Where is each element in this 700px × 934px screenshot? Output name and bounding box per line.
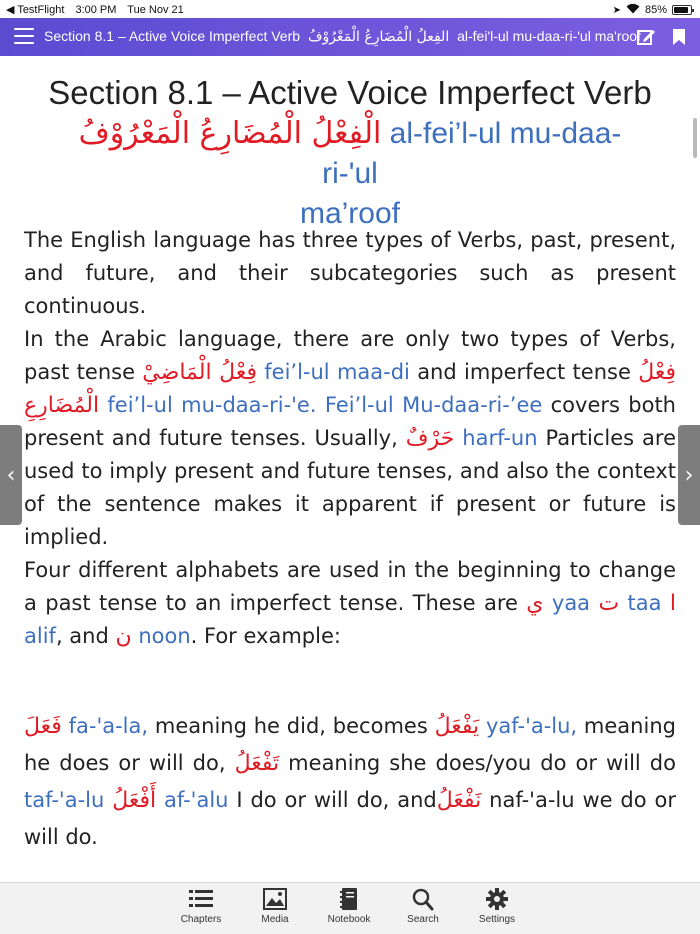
- translit-term: fei’l-ul maa-di: [256, 360, 410, 384]
- tab-label: Search: [407, 914, 439, 925]
- battery-percent: 85%: [644, 4, 667, 16]
- translit-term: yaa: [551, 591, 599, 615]
- nav-title-translit: al-fei'l-ul mu-daa-ri-'ul ma'roof: [457, 28, 641, 44]
- arabic-letter: ا: [669, 591, 676, 616]
- nav-bar: Section 8.1 – Active Voice Imperfect Ver…: [0, 18, 700, 56]
- para-text: I do or will do, and: [228, 788, 437, 812]
- arabic-term: أَفْعَلُ: [112, 788, 157, 813]
- translit-term: fa-'a-la,: [61, 714, 149, 738]
- arabic-letter: ن: [115, 624, 132, 649]
- translit-term: taa: [619, 591, 670, 615]
- tab-label: Media: [261, 914, 289, 925]
- edit-note-icon[interactable]: [636, 27, 656, 47]
- previous-page-arrow[interactable]: ‹: [0, 425, 22, 525]
- paragraph-examples: فَعَلَ fa-'a-la, meaning he did, becomes…: [24, 708, 676, 856]
- translit-term: noon: [131, 624, 191, 648]
- chevron-right-icon: ›: [684, 462, 694, 488]
- tab-chapters[interactable]: Chapters: [166, 887, 236, 925]
- notebook-icon: [340, 888, 357, 910]
- arabic-term: يَفْعَلُ: [434, 714, 480, 739]
- tab-search[interactable]: Search: [388, 887, 458, 925]
- wifi-icon: [626, 3, 640, 17]
- arabic-term: حَرْفٌ: [405, 426, 455, 451]
- translit-term: taf-'a-lu: [24, 788, 113, 812]
- bookmark-icon[interactable]: [672, 28, 688, 46]
- tab-label: Chapters: [180, 914, 222, 925]
- nav-title: Section 8.1 – Active Voice Imperfect Ver…: [44, 28, 641, 45]
- arabic-term: فِعْلُ الْمَاضِيْ: [142, 360, 257, 385]
- chevron-left-icon: ‹: [6, 462, 16, 488]
- arabic-term: نَفْعَلُ: [436, 788, 482, 813]
- section-subtitle: الْفِعْلُ الْمُضَارِعُ الْمَعْرُوْفُ al-…: [70, 114, 630, 234]
- status-bar: ◀ TestFlight 3:00 PM Tue Nov 21 ➤ 85%: [0, 0, 700, 18]
- translit-term: fei’l-ul mu-daa-ri-'e. Fei’l-ul Mu-daa-r…: [99, 393, 543, 417]
- status-time: 3:00 PM: [75, 4, 117, 16]
- para-text: meaning she does/you do or will do: [279, 751, 676, 775]
- translit-term: af-'alu: [156, 788, 229, 812]
- search-icon: [412, 888, 434, 911]
- tab-settings[interactable]: Settings: [462, 887, 532, 925]
- subtitle-arabic: الْفِعْلُ الْمُضَارِعُ الْمَعْرُوْفُ: [78, 116, 382, 151]
- gear-icon: [486, 888, 508, 910]
- para-text: meaning he did, becomes: [148, 714, 435, 738]
- nav-title-english: Section 8.1 – Active Voice Imperfect Ver…: [44, 28, 301, 44]
- section-title: Section 8.1 – Active Voice Imperfect Ver…: [48, 74, 652, 111]
- arabic-term: فَعَلَ: [24, 714, 62, 739]
- arabic-letter: ي: [526, 591, 544, 616]
- next-page-arrow[interactable]: ›: [678, 425, 700, 525]
- nav-title-arabic: الفِعلُ الْمُضَارِعُ الْمَعْرُوْفُ: [307, 29, 450, 45]
- para-text: The English language has three types of …: [24, 228, 676, 318]
- tab-label: Notebook: [327, 914, 371, 925]
- paragraph-verbs: The English language has three types of …: [24, 224, 676, 653]
- scroll-indicator[interactable]: [693, 118, 697, 158]
- translit-term: alif: [24, 624, 56, 648]
- translit-term: harf-un: [462, 426, 538, 450]
- image-icon: [263, 888, 287, 910]
- tab-bar: Chapters Media Notebook Search Settings: [0, 882, 700, 934]
- para-text: . For example:: [190, 624, 341, 648]
- tab-media[interactable]: Media: [240, 887, 310, 925]
- arabic-term: تَفْعَلُ: [234, 751, 280, 776]
- location-icon: ➤: [612, 4, 621, 16]
- para-text: and imperfect tense: [409, 360, 639, 384]
- para-text: , and: [55, 624, 116, 648]
- tab-notebook[interactable]: Notebook: [314, 887, 384, 925]
- battery-icon: [672, 5, 694, 15]
- back-to-testflight[interactable]: ◀ TestFlight: [6, 4, 64, 16]
- tab-label: Settings: [478, 914, 516, 925]
- list-icon: [189, 890, 213, 907]
- menu-icon[interactable]: [14, 28, 34, 46]
- chapter-content[interactable]: Section 8.1 – Active Voice Imperfect Ver…: [0, 56, 700, 882]
- status-date: Tue Nov 21: [127, 4, 184, 16]
- arabic-letter: ت: [598, 591, 620, 616]
- translit-term: yaf-'a-lu,: [479, 714, 578, 738]
